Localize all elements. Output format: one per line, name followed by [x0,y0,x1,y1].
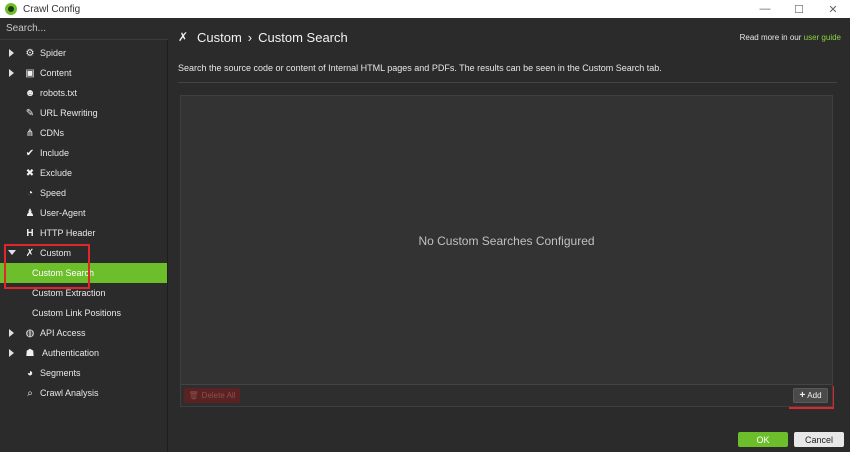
user-guide-link[interactable]: user guide [804,33,841,42]
sidebar-item-label: Speed [40,188,67,198]
divider [178,82,837,83]
sidebar-item-user-agent[interactable]: ♟ User-Agent [0,203,167,223]
user-agent-icon: ♟ [25,207,35,219]
collapse-arrow-icon[interactable] [8,250,16,255]
main-content: ✗ Custom › Custom Search Read more in ou… [169,18,850,452]
close-button[interactable]: ✕ [816,0,850,18]
breadcrumb-parent: Custom [197,30,242,45]
sidebar-item-spider[interactable]: ⚙ Spider [0,43,167,63]
sidebar-item-label: Include [40,148,70,158]
expand-arrow-icon[interactable] [9,329,14,337]
sidebar-item-label: robots.txt [40,88,78,98]
sidebar-search [0,18,168,40]
globe-icon: ◍ [25,327,35,339]
plus-icon: + [799,390,806,401]
sidebar-item-custom[interactable]: ✗ Custom [0,243,167,263]
tools-icon: ✗ [178,30,189,44]
ok-button[interactable]: OK [738,432,788,447]
page-description: Search the source code or content of Int… [178,63,662,73]
gear-icon: ⚙ [25,47,35,59]
sidebar-item-label: HTTP Header [40,228,96,238]
page-title: ✗ Custom › Custom Search [178,30,348,45]
breadcrumb-current: Custom Search [258,30,348,45]
sidebar-item-include[interactable]: ✔ Include [0,143,167,163]
x-circle-icon: ✖ [25,167,35,179]
custom-search-list-panel: No Custom Searches Configured 🗑 Delete A… [180,95,833,407]
sidebar-item-custom-extraction[interactable]: Custom Extraction [0,283,167,303]
empty-state-message: No Custom Searches Configured [418,234,595,248]
delete-all-button[interactable]: 🗑 Delete All [184,388,240,403]
maximize-button[interactable]: ☐ [782,0,816,18]
config-sidebar: ⚙ Spider ▣ Content ☻ robots.txt ✎ URL Re… [0,18,168,452]
window-title-bar: Crawl Config — ☐ ✕ [0,0,850,18]
sidebar-item-label: User-Agent [40,208,86,218]
sidebar-item-authentication[interactable]: ☗ Authentication [0,343,167,363]
breadcrumb-separator: › [247,30,253,45]
sidebar-item-api-access[interactable]: ◍ API Access [0,323,167,343]
sidebar-item-label: Spider [40,48,67,58]
pie-chart-icon: ◕ [26,367,34,379]
sidebar-item-label: Content [40,68,72,78]
content-icon: ▣ [25,67,35,79]
trash-icon: 🗑 [188,391,199,400]
users-lock-icon: ☗ [25,347,35,359]
sidebar-item-content[interactable]: ▣ Content [0,63,167,83]
sidebar-item-exclude[interactable]: ✖ Exclude [0,163,167,183]
sidebar-item-label: URL Rewriting [40,108,98,118]
cancel-button[interactable]: Cancel [794,432,844,447]
sidebar-item-label: API Access [40,328,86,338]
sidebar-item-label: Custom Extraction [32,288,106,298]
read-more: Read more in our user guide [740,33,841,42]
sidebar-item-cdns[interactable]: ⋔ CDNs [0,123,167,143]
window-controls: — ☐ ✕ [748,0,850,18]
add-button[interactable]: + Add [793,388,828,403]
check-circle-icon: ✔ [25,147,35,159]
sidebar-item-label: Segments [40,368,81,378]
minimize-button[interactable]: — [748,0,782,18]
robot-icon: ☻ [24,87,36,99]
read-more-text: Read more in our [739,33,802,42]
delete-all-label: Delete All [201,391,236,400]
network-icon: ⋔ [25,127,35,139]
sidebar-item-label: Crawl Analysis [40,388,99,398]
speedometer-icon: ◔ [26,187,34,199]
sidebar-search-input[interactable] [6,23,156,34]
sidebar-item-segments[interactable]: ◕ Segments [0,363,167,383]
sidebar-item-url-rewriting[interactable]: ✎ URL Rewriting [0,103,167,123]
edit-icon: ✎ [25,107,35,119]
expand-arrow-icon[interactable] [9,49,14,57]
sidebar-item-label: Authentication [42,348,100,358]
expand-arrow-icon[interactable] [9,349,14,357]
panel-footer: 🗑 Delete All + Add [181,384,832,406]
sidebar-item-label: Custom [40,248,72,258]
sidebar-item-custom-link-positions[interactable]: Custom Link Positions [0,303,167,323]
sidebar-item-crawl-analysis[interactable]: ⌕ Crawl Analysis [0,383,167,403]
sidebar-item-http-header[interactable]: H HTTP Header [0,223,167,243]
sidebar-item-speed[interactable]: ◔ Speed [0,183,167,203]
app-logo-icon [5,3,17,15]
sidebar-item-custom-search[interactable]: Custom Search [0,263,167,283]
sidebar-item-robots[interactable]: ☻ robots.txt [0,83,167,103]
add-label: Add [807,391,822,400]
search-icon: ⌕ [27,387,33,399]
sidebar-item-label: CDNs [40,128,64,138]
window-title: Crawl Config [23,3,81,15]
header-icon: H [26,227,34,239]
tools-icon: ✗ [25,247,35,259]
expand-arrow-icon[interactable] [9,69,14,77]
sidebar-item-label: Custom Search [32,268,95,278]
sidebar-item-label: Exclude [40,168,73,178]
sidebar-item-label: Custom Link Positions [32,308,122,318]
